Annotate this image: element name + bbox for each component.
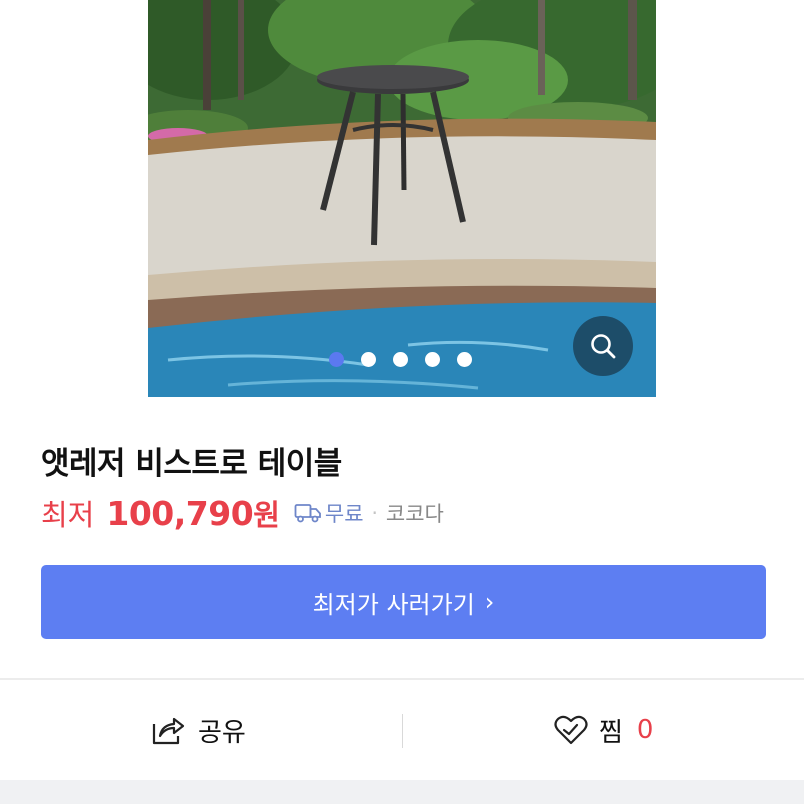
truck-icon	[294, 504, 321, 523]
pagination-dot[interactable]	[393, 352, 408, 367]
pagination-dot[interactable]	[425, 352, 440, 367]
price-label: 최저	[41, 498, 95, 532]
price-value: 100,790	[106, 493, 254, 533]
buy-button-label: 최저가 사러가기	[312, 590, 475, 619]
product-title: 앳레저 비스트로 테이블	[41, 446, 342, 482]
separator-dot: ·	[371, 501, 378, 525]
heart-icon	[554, 715, 588, 745]
pagination-dot[interactable]	[329, 352, 344, 367]
like-button[interactable]: 찜 0	[553, 680, 653, 780]
shipping-text: 무료	[324, 502, 364, 526]
action-bar: 공유 찜 0	[0, 680, 804, 780]
lowest-price-buy-button[interactable]: 최저가 사러가기 ›	[41, 565, 766, 639]
search-icon	[591, 334, 616, 359]
bottom-strip	[0, 780, 804, 804]
share-button[interactable]: 공유	[150, 680, 246, 780]
pagination-dot[interactable]	[457, 352, 472, 367]
like-label: 찜	[599, 717, 623, 748]
price-unit: 원	[253, 498, 280, 532]
action-separator	[402, 714, 403, 748]
chevron-right-icon: ›	[484, 588, 495, 616]
share-icon	[152, 717, 185, 745]
price-row: 최저 100,790 원 무료 · 코코다	[41, 492, 444, 534]
gallery-pagination	[329, 352, 472, 367]
zoom-button[interactable]	[573, 316, 633, 376]
like-count: 0	[636, 715, 654, 745]
pagination-dot[interactable]	[361, 352, 376, 367]
seller-name[interactable]: 코코다	[386, 498, 444, 528]
product-image-gallery[interactable]	[148, 0, 656, 397]
share-label: 공유	[198, 717, 246, 748]
